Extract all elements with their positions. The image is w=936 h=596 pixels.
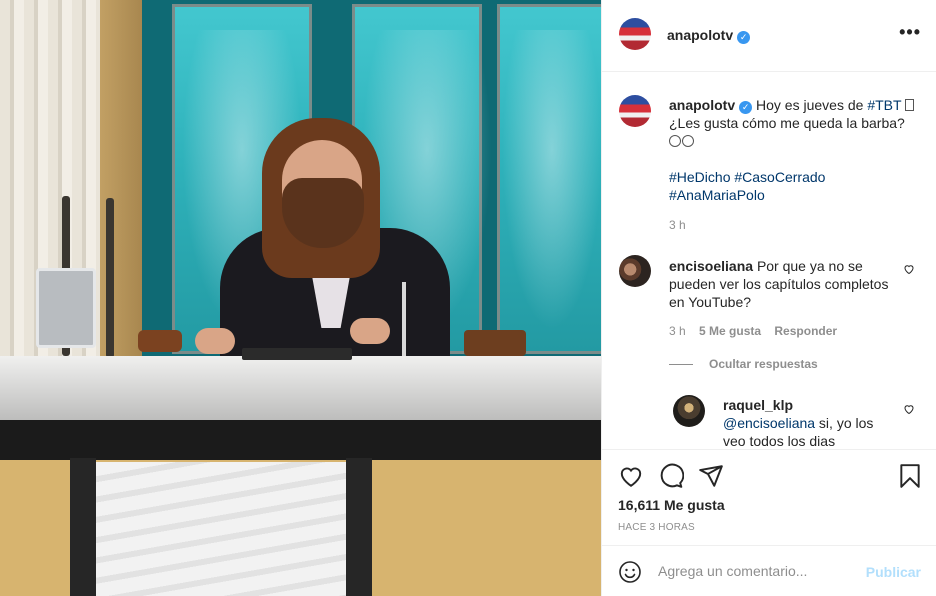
post-author: anapolotv ✓ [667, 27, 751, 44]
heart-icon[interactable] [903, 263, 915, 275]
avatar[interactable] [619, 255, 651, 287]
avatar[interactable] [673, 395, 705, 427]
post-time[interactable]: HACE 3 HORAS [618, 522, 695, 533]
divider-line [669, 364, 693, 365]
comments-section[interactable]: anapolotv ✓ Hoy es jueves de #TBT ¿Les gu… [602, 73, 936, 449]
post-header: anapolotv ✓ ••• [602, 0, 936, 72]
gavel-block [138, 330, 182, 352]
publish-button[interactable]: Publicar [866, 564, 921, 580]
crowd-image [502, 30, 601, 330]
hashtag-link[interactable]: #HeDicho [669, 169, 730, 185]
desk-tablet [36, 268, 96, 348]
wooden-box [464, 330, 526, 356]
reply-username[interactable]: raquel_klp [723, 397, 793, 413]
comment-time[interactable]: 3 h [669, 324, 686, 338]
presenter-figure [190, 118, 450, 368]
hand [195, 328, 235, 354]
desk-folder [242, 348, 352, 360]
laughing-emoji-icon [682, 135, 694, 147]
share-icon[interactable] [698, 463, 724, 489]
desk-leg [70, 458, 96, 596]
heart-icon[interactable] [903, 403, 915, 415]
like-count[interactable]: 16,611 Me gusta [618, 497, 725, 513]
more-options-icon[interactable]: ••• [899, 22, 921, 43]
avatar[interactable] [619, 18, 651, 50]
hand [350, 318, 390, 344]
caption-text: Hoy es jueves de [756, 97, 868, 113]
desk-panel [96, 462, 346, 596]
desk-microphone [402, 282, 406, 356]
caption-username[interactable]: anapolotv [669, 97, 735, 113]
statue-figure [106, 198, 114, 358]
hide-replies-button[interactable]: Ocultar respuestas [709, 357, 818, 371]
desk-top [0, 356, 601, 420]
comment-username[interactable]: encisoeliana [669, 258, 753, 274]
comment-text: encisoeliana Por que ya no se pueden ver… [669, 257, 889, 311]
comment-icon[interactable] [658, 463, 684, 489]
post-photo[interactable] [0, 0, 601, 596]
desk-band [0, 420, 601, 460]
hashtag-link[interactable]: #AnaMariaPolo [669, 187, 765, 203]
comment-input[interactable] [658, 560, 858, 582]
hashtag-link[interactable]: #TBT [867, 97, 901, 113]
verified-icon: ✓ [737, 31, 751, 44]
reply-text: @encisoeliana si, yo los veo todos los d… [723, 414, 893, 449]
caption-time[interactable]: 3 h [669, 218, 686, 232]
reply-button[interactable]: Responder [774, 324, 837, 338]
comment-meta: 3 h 5 Me gusta Responder [669, 324, 847, 338]
post-actions: 16,611 Me gusta HACE 3 HORAS [602, 449, 936, 545]
laughing-emoji-icon [669, 135, 681, 147]
desk-leg [346, 458, 372, 596]
mention-link[interactable]: @encisoeliana [723, 415, 815, 431]
post-sidebar: anapolotv ✓ ••• anapolotv ✓ Hoy es jueves … [601, 0, 936, 596]
caption: anapolotv ✓ Hoy es jueves de #TBT ¿Les gu… [669, 96, 921, 204]
avatar[interactable] [619, 95, 651, 127]
hashtag-link[interactable]: #CasoCerrado [734, 169, 825, 185]
add-comment-bar: Publicar [602, 545, 936, 596]
emoji-icon[interactable] [618, 560, 642, 584]
comment-likes[interactable]: 5 Me gusta [699, 324, 761, 338]
bookmark-icon[interactable] [897, 463, 923, 489]
verified-icon: ✓ [739, 101, 753, 114]
emoji-glyph [904, 99, 914, 111]
heart-icon[interactable] [618, 463, 644, 489]
caption-text: ¿Les gusta cómo me queda la barba? [669, 115, 905, 131]
username-link[interactable]: anapolotv [667, 27, 733, 43]
